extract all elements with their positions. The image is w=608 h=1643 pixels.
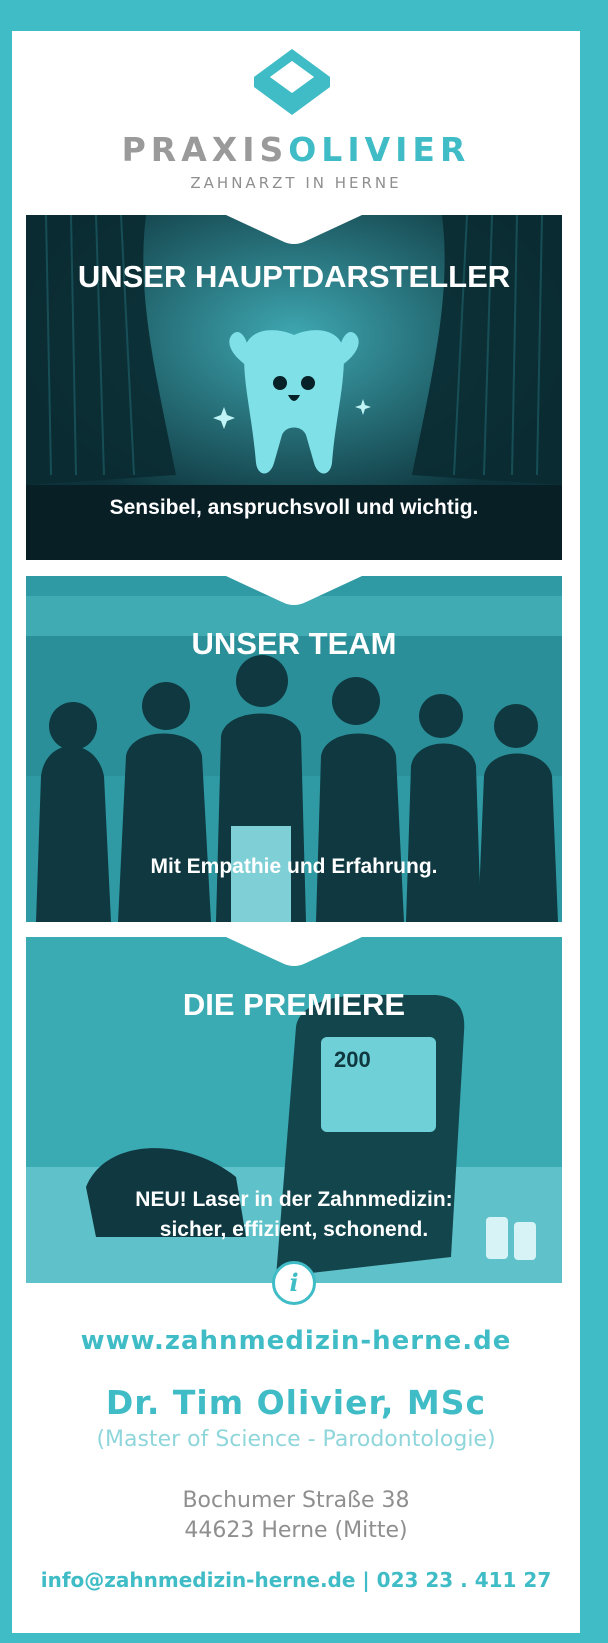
panel-team: UNSER TEAM Mit Empathie und Erfahrung. — [26, 576, 562, 922]
brand-name-part2: OLIVIER — [288, 130, 471, 169]
panel-hauptdarsteller: UNSER HAUPTDARSTELLER Sensibel, anspruch… — [26, 215, 562, 560]
brand-name-part1: PRAXIS — [121, 130, 289, 169]
address-city: 44623 Herne (Mitte) — [184, 1518, 408, 1543]
website-link[interactable]: www.zahnmedizin-herne.de — [0, 1326, 592, 1356]
panel-text-line1: NEU! Laser in der Zahnmedizin: — [135, 1188, 453, 1211]
address-street: Bochumer Straße 38 — [182, 1488, 410, 1513]
email-phone[interactable]: info@zahnmedizin-herne.de | 023 23 . 411… — [0, 1568, 592, 1592]
doctor-name: Dr. Tim Olivier, MSc — [105, 1383, 487, 1422]
logo-diamond-icon — [254, 49, 330, 115]
panel-premiere: 200 DIE PREMIERE NEU! Laser in der Zahnm… — [26, 937, 562, 1283]
panel-notch — [226, 937, 362, 966]
panel-text: Mit Empathie und Erfahrung. — [150, 855, 438, 878]
panel-text: Sensibel, anspruchsvoll und wichtig. — [109, 496, 479, 519]
panel-notch — [226, 576, 362, 605]
brand-name: PRAXISOLIVIER — [0, 130, 592, 170]
device-display-value: 200 — [334, 1047, 371, 1072]
panel-text-line2: sicher, effizient, schonend. — [159, 1218, 429, 1241]
info-icon: i — [272, 1261, 316, 1305]
brand-subtitle: ZAHNARZT IN HERNE — [190, 174, 402, 192]
panel-title: DIE PREMIERE — [182, 987, 406, 1022]
panel-notch — [226, 215, 362, 244]
doctor-degree: (Master of Science - Parodontologie) — [96, 1427, 496, 1452]
panel-title: UNSER TEAM — [191, 626, 397, 661]
panel-title: UNSER HAUPTDARSTELLER — [77, 259, 511, 294]
